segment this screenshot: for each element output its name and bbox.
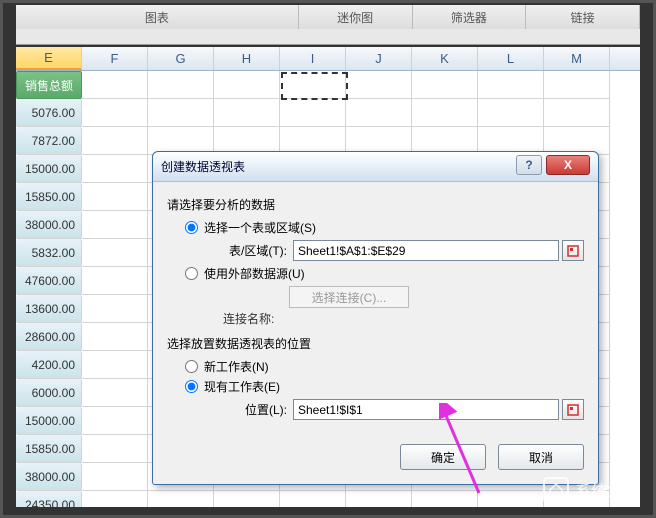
col-header-h[interactable]: H (214, 47, 280, 70)
data-cell[interactable]: 15850.00 (16, 435, 82, 463)
ribbon-group-charts[interactable]: 图表 (16, 5, 299, 29)
dialog-title-text: 创建数据透视表 (161, 158, 245, 175)
radio-select-table-input[interactable] (185, 221, 198, 234)
radio-external-source[interactable]: 使用外部数据源(U) (185, 265, 584, 282)
radio-new-input[interactable] (185, 360, 198, 373)
col-header-i[interactable]: I (280, 47, 346, 70)
cancel-button[interactable]: 取消 (498, 444, 584, 470)
ribbon-group-filters[interactable]: 筛选器 (413, 5, 527, 29)
ribbon-group-sparklines[interactable]: 迷你图 (299, 5, 413, 29)
data-cell[interactable]: 38000.00 (16, 463, 82, 491)
col-header-k[interactable]: K (412, 47, 478, 70)
input-table-range[interactable] (293, 240, 559, 261)
data-cell[interactable]: 7872.00 (16, 127, 82, 155)
col-header-j[interactable]: J (346, 47, 412, 70)
data-cell[interactable]: 28600.00 (16, 323, 82, 351)
data-cell[interactable]: 4200.00 (16, 351, 82, 379)
col-header-g[interactable]: G (148, 47, 214, 70)
section-choose-data: 请选择要分析的数据 (167, 196, 584, 213)
input-location[interactable] (293, 399, 559, 420)
choose-connection-button: 选择连接(C)... (289, 286, 409, 308)
dialog-help-button[interactable]: ? (516, 155, 542, 175)
ribbon: 图表 迷你图 筛选器 链接 (16, 5, 640, 45)
ribbon-group-links[interactable]: 链接 (526, 5, 640, 29)
watermark-logo-icon (543, 477, 569, 503)
watermark: 系统之家 (543, 477, 639, 503)
col-header-l[interactable]: L (478, 47, 544, 70)
data-cell[interactable]: 47600.00 (16, 267, 82, 295)
dialog-titlebar[interactable]: 创建数据透视表 ? X (153, 152, 598, 182)
data-cell[interactable]: 15000.00 (16, 155, 82, 183)
radio-existing-worksheet[interactable]: 现有工作表(E) (185, 378, 584, 395)
column-headers: E F G H I J K L M (16, 47, 640, 71)
data-cell[interactable]: 38000.00 (16, 211, 82, 239)
radio-select-table[interactable]: 选择一个表或区域(S) (185, 219, 584, 236)
section-placement: 选择放置数据透视表的位置 (167, 335, 584, 352)
radio-external-input[interactable] (185, 267, 198, 280)
range-selector-icon (567, 404, 579, 416)
ok-button[interactable]: 确定 (400, 444, 486, 470)
data-cell[interactable]: 15850.00 (16, 183, 82, 211)
col-header-m[interactable]: M (544, 47, 610, 70)
dialog-close-button[interactable]: X (546, 155, 590, 175)
data-cell[interactable]: 5076.00 (16, 99, 82, 127)
connection-name-label: 连接名称: (223, 310, 584, 327)
header-sales-total[interactable]: 销售总额 (16, 71, 82, 99)
radio-existing-input[interactable] (185, 380, 198, 393)
range-selector-icon (567, 245, 579, 257)
data-cell[interactable]: 15000.00 (16, 407, 82, 435)
label-table-range: 表/区域(T): (203, 242, 287, 259)
col-header-f[interactable]: F (82, 47, 148, 70)
label-location: 位置(L): (203, 401, 287, 418)
range-selector-button[interactable] (562, 240, 584, 261)
data-cell[interactable]: 13600.00 (16, 295, 82, 323)
location-selector-button[interactable] (562, 399, 584, 420)
radio-new-worksheet[interactable]: 新工作表(N) (185, 358, 584, 375)
col-header-e[interactable]: E (16, 47, 82, 70)
data-cell[interactable]: 5832.00 (16, 239, 82, 267)
watermark-text: 系统之家 (575, 478, 639, 502)
create-pivottable-dialog: 创建数据透视表 ? X 请选择要分析的数据 选择一个表或区域(S) 表/区域(T… (152, 151, 599, 485)
data-cell[interactable]: 24350.00 (16, 491, 82, 507)
data-cell[interactable]: 6000.00 (16, 379, 82, 407)
